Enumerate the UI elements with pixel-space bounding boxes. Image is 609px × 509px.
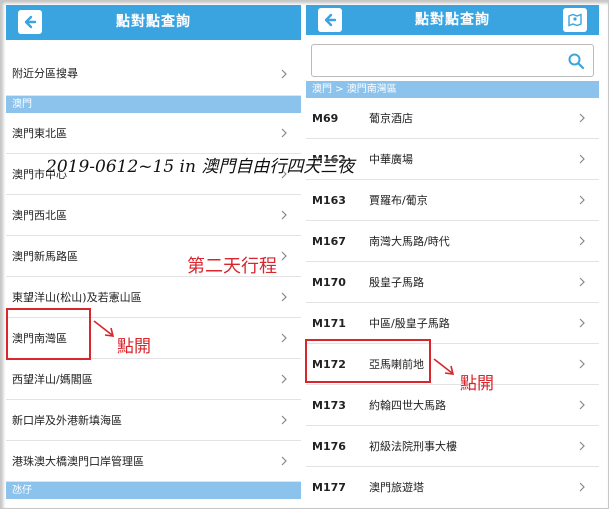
highlight-box-m172 [305,339,431,383]
list-item-label: 澳門新馬路區 [12,250,78,263]
chevron-right-icon [579,195,585,205]
chevron-right-icon [281,128,287,138]
stop-name: 約翰四世大馬路 [369,399,446,412]
stop-name: 中區/殷皇子馬路 [369,317,450,330]
arrow-icon [93,320,115,337]
tap-label-left: 點開 [117,337,151,357]
stop-row[interactable]: M167 南灣大馬路/時代 [306,221,599,262]
stop-name: 中華廣場 [369,153,413,166]
list-item-label: 附近分區搜尋 [12,67,78,80]
stop-name: 澳門旅遊塔 [369,481,424,494]
list-item-label: 新口岸及外港新填海區 [12,414,122,427]
chevron-right-icon [281,415,287,425]
chevron-right-icon [579,318,585,328]
right-header: 點對點查詢 [306,5,599,35]
stop-name: 賈羅布/葡京 [369,194,428,207]
stop-name: 葡京酒店 [369,112,413,125]
chevron-right-icon [579,236,585,246]
stop-row[interactable]: M69 葡京酒店 [306,98,599,139]
chevron-right-icon [579,277,585,287]
tap-label-right: 點開 [460,374,494,394]
chevron-right-icon [579,400,585,410]
stop-code: M69 [312,112,339,125]
stop-row[interactable]: M177 澳門旅遊塔 [306,467,599,502]
page-title: 點對點查詢 [415,12,490,28]
search-icon[interactable] [567,52,585,70]
list-item[interactable]: 西望洋山/媽閣區 [6,359,301,400]
chevron-right-icon [281,374,287,384]
chevron-right-icon [281,69,287,79]
stop-name: 南灣大馬路/時代 [369,235,450,248]
chevron-right-icon [281,333,287,343]
chevron-right-icon [281,456,287,466]
chevron-right-icon [281,292,287,302]
stop-row[interactable]: M170 殷皇子馬路 [306,262,599,303]
left-header: 點對點查詢 [6,5,301,40]
list-item[interactable]: 澳門西北區 [6,195,301,236]
stop-name: 殷皇子馬路 [369,276,424,289]
arrow-icon [433,358,455,375]
search-box[interactable] [311,44,594,77]
stop-row[interactable]: M171 中區/殷皇子馬路 [306,303,599,344]
stop-code: M167 [312,235,346,248]
chevron-right-icon [579,154,585,164]
highlight-box-nam-van [6,308,91,360]
chevron-right-icon [579,113,585,123]
stop-code: M163 [312,194,346,207]
section-header-taipa: 氹仔 [6,482,301,499]
right-list: 澳門 > 澳門南灣區 M69 葡京酒店 M162 中華廣場 M163 賈羅布/葡京 M… [306,81,599,502]
day-label: 第二天行程 [187,256,277,277]
stop-code: M177 [312,481,346,494]
chevron-right-icon [579,359,585,369]
list-item-nearby-search[interactable]: 附近分區搜尋 [6,52,301,96]
stop-row[interactable]: M173 約翰四世大馬路 [306,385,599,426]
list-item[interactable]: 新口岸及外港新填海區 [6,400,301,441]
search-input[interactable] [318,51,558,71]
chevron-right-icon [281,210,287,220]
list-item-label: 澳門西北區 [12,209,67,222]
list-item[interactable]: 澳門東北區 [6,113,301,154]
stop-code: M176 [312,440,346,453]
stop-row[interactable]: M163 賈羅布/葡京 [306,180,599,221]
stop-code: M170 [312,276,346,289]
page-title: 點對點查詢 [116,14,191,30]
breadcrumb: 澳門 > 澳門南灣區 [306,81,599,98]
stop-name: 初級法院刑事大樓 [369,440,457,453]
chevron-right-icon [579,482,585,492]
chevron-right-icon [281,251,287,261]
chevron-right-icon [579,441,585,451]
list-item-label: 港珠澳大橋澳門口岸管理區 [12,455,144,468]
overlay-title: 2019-0612~15 in 澳門自由行四天三夜 [46,157,355,177]
map-button[interactable] [563,8,587,32]
list-item-label: 西望洋山/媽閣區 [12,373,93,386]
stop-code: M171 [312,317,346,330]
map-pin-icon [568,13,582,27]
stop-row[interactable]: M176 初級法院刑事大樓 [306,426,599,467]
stop-code: M173 [312,399,346,412]
section-header-macau: 澳門 [6,96,301,113]
list-item[interactable]: 港珠澳大橋澳門口岸管理區 [6,441,301,482]
list-item-label: 澳門東北區 [12,127,67,140]
right-screen: 點對點查詢 澳門 > 澳門南灣區 M69 葡京酒店 M162 中華廣場 M163 賈羅… [306,5,599,502]
